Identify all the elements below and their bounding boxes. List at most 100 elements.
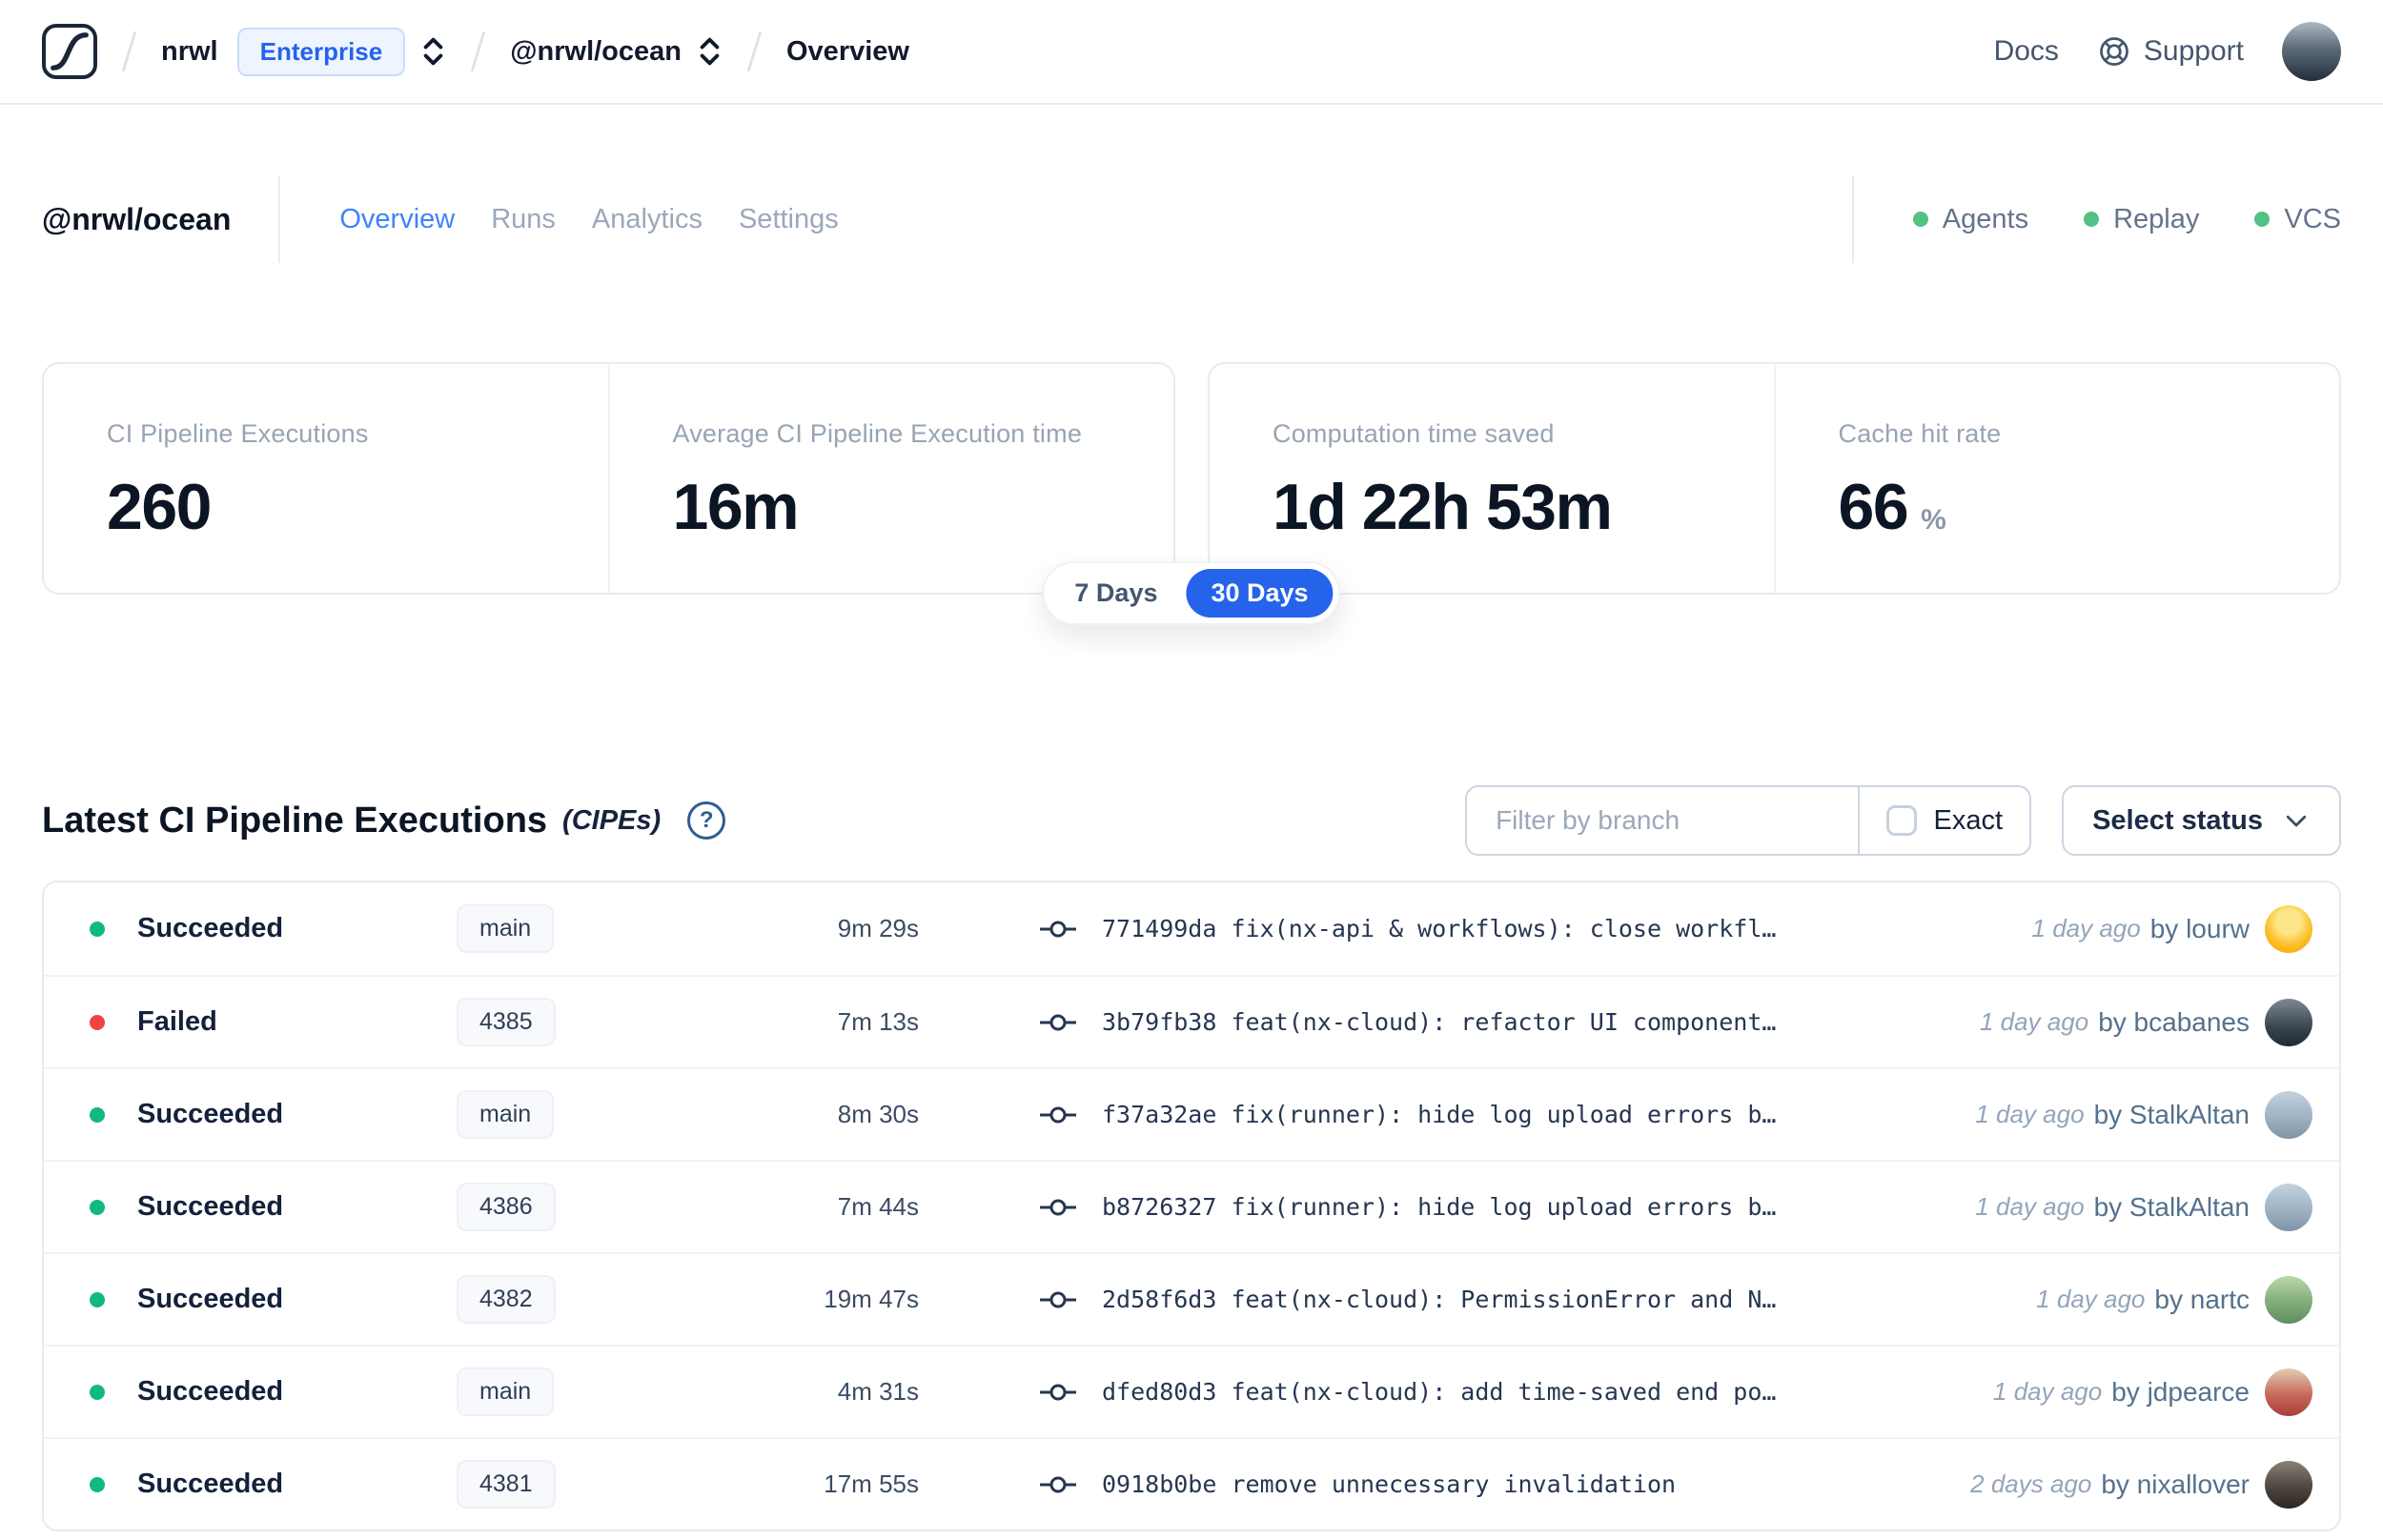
branch-badge[interactable]: main [457, 904, 555, 953]
range-option-30-days[interactable]: 30 Days [1186, 569, 1334, 618]
commit-cell[interactable]: 0918b0be remove unnecessary invalidation [1039, 1470, 1970, 1498]
stat-value: 16m [672, 471, 800, 543]
status-dot [90, 1384, 105, 1400]
status-dot [90, 1199, 105, 1215]
commit-message: feat(nx-cloud): refactor UI component… [1231, 1008, 1777, 1036]
help-icon[interactable]: ? [687, 801, 726, 840]
meta-cell: 1 day ago by nartc [2036, 1275, 2312, 1324]
table-row[interactable]: Succeeded 4382 19m 47s 2d58f6d3 feat(nx-… [44, 1252, 2339, 1345]
author-label: by jdpearce [2111, 1376, 2250, 1407]
commit-cell[interactable]: 771499da fix(nx-api & workflows): close … [1039, 915, 2032, 942]
branch-cell: main [457, 1090, 743, 1139]
commit-text: 0918b0be remove unnecessary invalidation [1102, 1470, 1676, 1498]
git-commit-icon [1040, 1014, 1076, 1030]
tab-overview[interactable]: Overview [339, 204, 455, 235]
table-row[interactable]: Succeeded main 8m 30s f37a32ae fix(runne… [44, 1067, 2339, 1160]
divider [278, 175, 281, 263]
avatar[interactable] [2265, 1090, 2312, 1139]
branch-badge[interactable]: main [457, 1368, 555, 1416]
avatar[interactable] [2265, 998, 2312, 1046]
status-cell: Failed [90, 1006, 457, 1038]
stat-label: Cache hit rate [1838, 419, 2002, 448]
status-dot [90, 921, 105, 937]
breadcrumb-workspace[interactable]: @nrwl/ocean [510, 36, 682, 68]
branch-cell: 4386 [457, 1183, 743, 1231]
breadcrumb-org[interactable]: nrwl [161, 36, 218, 68]
range-option-7-days[interactable]: 7 Days [1049, 569, 1182, 618]
commit-message: fix(runner): hide log upload errors b… [1231, 1101, 1777, 1128]
service-vcs[interactable]: VCS [2254, 204, 2341, 235]
workspace-switcher-button[interactable] [697, 34, 723, 69]
avatar[interactable] [2265, 1275, 2312, 1324]
stat-card-avg-time: Average CI Pipeline Execution time 16m [607, 364, 1174, 593]
docs-link[interactable]: Docs [1994, 35, 2059, 68]
table-row[interactable]: Succeeded main 9m 29s 771499da fix(nx-ap… [44, 882, 2339, 975]
nx-cloud-logo[interactable] [42, 24, 97, 79]
avatar[interactable] [2265, 1183, 2312, 1231]
commit-text: 771499da fix(nx-api & workflows): close … [1102, 915, 1776, 942]
branch-badge[interactable]: 4386 [457, 1183, 556, 1231]
meta-cell: 1 day ago by StalkAltan [1975, 1090, 2312, 1139]
table-row[interactable]: Succeeded 4386 7m 44s b8726327 fix(runne… [44, 1160, 2339, 1252]
user-avatar[interactable] [2282, 22, 2341, 81]
stat-label: CI Pipeline Executions [107, 419, 369, 448]
status-label: Failed [137, 1006, 217, 1037]
avatar[interactable] [2265, 1460, 2312, 1509]
branch-badge[interactable]: 4381 [457, 1460, 556, 1509]
commit-hash: f37a32ae [1102, 1101, 1217, 1128]
tab-analytics[interactable]: Analytics [592, 204, 703, 235]
service-status-list: Agents Replay VCS [1912, 204, 2341, 235]
time-ago-label: 1 day ago [1975, 1100, 2085, 1128]
stat-value: 260 [107, 471, 212, 543]
commit-cell[interactable]: f37a32ae fix(runner): hide log upload er… [1039, 1101, 1975, 1128]
avatar[interactable] [2265, 1368, 2312, 1416]
commit-hash: 0918b0be [1102, 1470, 1217, 1498]
time-ago-label: 1 day ago [1975, 1192, 2085, 1221]
meta-cell: 1 day ago by lourw [2032, 904, 2312, 953]
cipe-table: Succeeded main 9m 29s 771499da fix(nx-ap… [42, 881, 2341, 1531]
top-navigation-bar: nrwl Enterprise @nrwl/ocean Overview Doc… [0, 0, 2383, 105]
commit-cell[interactable]: b8726327 fix(runner): hide log upload er… [1039, 1193, 1975, 1221]
time-ago-label: 1 day ago [1979, 1007, 2089, 1036]
status-select-dropdown[interactable]: Select status [2062, 785, 2341, 856]
author-label: by lourw [2149, 913, 2250, 943]
status-cell: Succeeded [90, 1469, 457, 1500]
service-replay[interactable]: Replay [2084, 204, 2199, 235]
author-label: by StalkAltan [2093, 1099, 2250, 1129]
tab-runs[interactable]: Runs [491, 204, 556, 235]
commit-cell[interactable]: dfed80d3 feat(nx-cloud): add time-saved … [1039, 1378, 1993, 1406]
avatar[interactable] [2265, 904, 2312, 953]
chevron-up-down-icon [423, 37, 443, 66]
commit-hash: b8726327 [1102, 1193, 1217, 1221]
branch-badge[interactable]: 4385 [457, 998, 556, 1046]
author-label: by nixallover [2101, 1469, 2250, 1499]
branch-cell: 4381 [457, 1460, 743, 1509]
breadcrumb-separator [121, 30, 137, 72]
duration-label: 4m 31s [837, 1377, 919, 1406]
table-row[interactable]: Failed 4385 7m 13s 3b79fb38 feat(nx-clou… [44, 975, 2339, 1067]
commit-cell[interactable]: 3b79fb38 feat(nx-cloud): refactor UI com… [1039, 1008, 1980, 1036]
support-label: Support [2143, 35, 2244, 67]
duration-label: 7m 44s [837, 1192, 919, 1221]
status-label: Succeeded [137, 913, 284, 943]
tab-settings[interactable]: Settings [739, 204, 839, 235]
branch-badge[interactable]: 4382 [457, 1275, 556, 1324]
stat-value: 66 [1838, 471, 1909, 543]
date-range-toggle: 7 Days 30 Days [1042, 561, 1341, 625]
breadcrumb-separator [470, 30, 486, 72]
org-switcher-button[interactable] [420, 34, 446, 69]
branch-badge[interactable]: main [457, 1090, 555, 1139]
meta-cell: 1 day ago by jdpearce [1993, 1368, 2312, 1416]
branch-cell: main [457, 904, 743, 953]
commit-cell[interactable]: 2d58f6d3 feat(nx-cloud): PermissionError… [1039, 1286, 2036, 1313]
git-commit-icon [1040, 1384, 1076, 1400]
support-link[interactable]: Support [2097, 34, 2244, 69]
table-row[interactable]: Succeeded main 4m 31s dfed80d3 feat(nx-c… [44, 1345, 2339, 1437]
breadcrumb-page[interactable]: Overview [786, 36, 909, 68]
status-dot [2084, 212, 2100, 227]
table-row[interactable]: Succeeded 4381 17m 55s 0918b0be remove u… [44, 1437, 2339, 1530]
exact-checkbox[interactable] [1885, 805, 1917, 836]
service-agents[interactable]: Agents [1912, 204, 2028, 235]
git-commit-icon [1040, 1476, 1076, 1492]
branch-filter-input[interactable] [1467, 787, 1858, 854]
